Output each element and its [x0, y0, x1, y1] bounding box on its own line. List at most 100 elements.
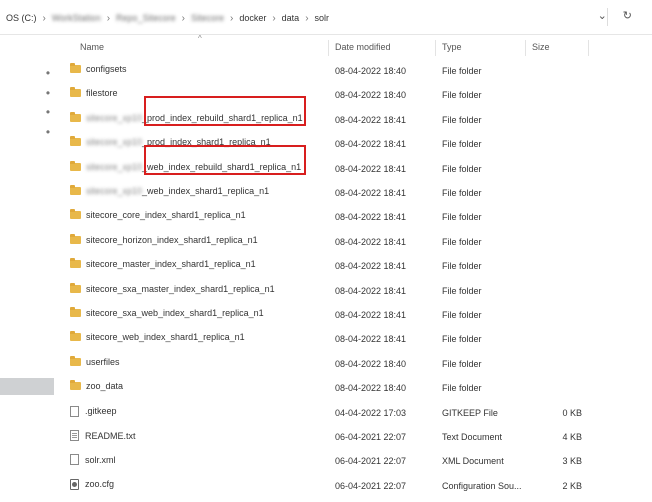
column-type[interactable]: Type: [442, 42, 462, 52]
file-name-cell[interactable]: sitecore_sxa_web_index_shard1_replica_n1: [70, 307, 264, 318]
file-name-cell[interactable]: configsets: [70, 63, 127, 74]
folder-icon: [70, 136, 81, 147]
file-row[interactable]: sitecore_web_index_shard1_replica_n1 08-0…: [70, 328, 652, 352]
type-cell: File folder: [442, 310, 482, 320]
date-modified-cell: 08-04-2022 18:41: [335, 310, 407, 320]
file-name-cell[interactable]: .gitkeep: [70, 405, 117, 417]
date-modified-cell: 04-04-2022 17:03: [335, 407, 407, 418]
breadcrumb-separator-icon: ›: [181, 12, 185, 24]
breadcrumb-item[interactable]: WorkStation: [50, 13, 103, 23]
config-file-icon: [70, 478, 79, 490]
type-cell: File folder: [442, 236, 482, 247]
file-name-cell[interactable]: zoo_data: [70, 380, 124, 392]
date-modified-cell: 08-04-2022 18:41: [335, 212, 407, 223]
date-modified-cell: 08-04-2022 18:41: [335, 188, 407, 198]
type-cell: File folder: [442, 212, 482, 223]
folder-icon: [70, 111, 81, 122]
breadcrumb-item[interactable]: Sitecore: [189, 13, 226, 23]
column-header: ^ Name Date modified Type Size: [70, 34, 652, 58]
file-name-cell[interactable]: sitecore_horizon_index_shard1_replica_n1: [70, 233, 258, 245]
file-row[interactable]: README.txt 06-04-2021 22:07 Text Document 4…: [70, 426, 652, 450]
column-date-modified[interactable]: Date modified: [335, 42, 391, 52]
text-file-icon: [70, 430, 79, 441]
date-modified-cell: 08-04-2022 18:40: [335, 66, 407, 76]
file-row[interactable]: configsets 08-04-2022 18:40 File folder: [70, 60, 652, 84]
file-row[interactable]: zoo.cfg 06-04-2021 22:07 Configuration Sou…: [70, 475, 652, 499]
folder-icon: [70, 63, 81, 73]
breadcrumb-item[interactable]: Repo_Sitecore: [114, 13, 178, 23]
chevron-down-icon[interactable]: ⌄: [598, 9, 607, 22]
column-size[interactable]: Size: [532, 42, 550, 52]
file-name-cell[interactable]: solr.xml: [70, 454, 116, 466]
folder-icon: [70, 258, 81, 269]
file-name: .gitkeep: [85, 406, 117, 417]
file-row[interactable]: sitecore_sxa_master_index_shard1_replica…: [70, 280, 652, 304]
file-name-cell[interactable]: sitecore_xp10 _web_index_shard1_replica_n…: [70, 185, 270, 196]
breadcrumb-item[interactable]: solr: [313, 13, 332, 23]
type-cell: GITKEEP File: [442, 407, 498, 418]
file-name: solr.xml: [85, 454, 116, 465]
file-name-cell[interactable]: sitecore_core_index_shard1_replica_n1: [70, 209, 246, 221]
redacted-name-prefix: sitecore_xp10: [86, 112, 143, 123]
file-name: sitecore_sxa_master_index_shard1_replica…: [86, 283, 275, 294]
nav-pane-selected-item[interactable]: [0, 378, 54, 395]
pin-icon[interactable]: •: [43, 105, 53, 119]
date-modified-cell: 06-04-2021 22:07: [335, 456, 407, 467]
type-cell: File folder: [442, 358, 482, 369]
file-name: README.txt: [85, 430, 136, 441]
pin-icon[interactable]: •: [43, 66, 53, 80]
column-divider: [588, 40, 589, 56]
type-cell: File folder: [442, 66, 482, 76]
type-cell: File folder: [442, 114, 482, 125]
file-name: configsets: [86, 64, 127, 74]
address-bar[interactable]: OS (C:) › WorkStation › Repo_Sitecore › Siteco…: [0, 0, 652, 35]
type-cell: Text Document: [442, 432, 503, 442]
date-modified-cell: 08-04-2022 18:41: [335, 334, 407, 345]
column-divider: [435, 40, 436, 56]
file-name-cell[interactable]: filestore: [70, 87, 118, 98]
file-row[interactable]: sitecore_master_index_shard1_replica_n1 0…: [70, 255, 652, 279]
type-cell: File folder: [442, 261, 482, 272]
highlight-box: [144, 144, 306, 175]
file-name-cell[interactable]: zoo.cfg: [70, 478, 114, 490]
file-name: sitecore_sxa_web_index_shard1_replica_n1: [86, 308, 264, 318]
file-name-cell[interactable]: userfiles: [70, 355, 120, 367]
date-modified-cell: 08-04-2022 18:41: [335, 163, 407, 174]
refresh-icon[interactable]: ↻: [623, 9, 632, 22]
file-row[interactable]: userfiles 08-04-2022 18:40 File folder: [70, 353, 652, 377]
breadcrumb-separator-icon: ›: [106, 12, 111, 24]
file-row[interactable]: sitecore_core_index_shard1_replica_n1 08-…: [70, 206, 652, 230]
column-name[interactable]: Name: [80, 42, 104, 52]
breadcrumb-item[interactable]: docker: [237, 13, 268, 23]
file-row[interactable]: sitecore_xp10 _web_index_shard1_replica_n…: [70, 182, 652, 206]
file-row[interactable]: solr.xml 06-04-2021 22:07 XML Document 3 KB: [70, 450, 652, 474]
xml-file-icon: [70, 454, 79, 466]
date-modified-cell: 08-04-2022 18:41: [335, 261, 407, 272]
date-modified-cell: 08-04-2022 18:40: [335, 358, 407, 369]
file-name: _web_index_shard1_replica_n1: [142, 186, 270, 196]
file-row[interactable]: .gitkeep 04-04-2022 17:03 GITKEEP File 0 KB: [70, 402, 652, 426]
file-row[interactable]: sitecore_horizon_index_shard1_replica_n1…: [70, 231, 652, 255]
breadcrumb-item[interactable]: data: [280, 13, 302, 23]
file-row[interactable]: sitecore_sxa_web_index_shard1_replica_n1…: [70, 304, 652, 328]
file-row[interactable]: zoo_data 08-04-2022 18:40 File folder: [70, 377, 652, 401]
pin-icon[interactable]: •: [43, 86, 53, 100]
type-cell: File folder: [442, 285, 482, 296]
file-name: sitecore_core_index_shard1_replica_n1: [86, 210, 246, 221]
type-cell: File folder: [442, 163, 482, 174]
file-name: userfiles: [86, 356, 120, 367]
folder-icon: [70, 331, 81, 342]
file-name-cell[interactable]: sitecore_web_index_shard1_replica_n1: [70, 331, 245, 342]
breadcrumb-item[interactable]: OS (C:): [4, 13, 39, 23]
file-name-cell[interactable]: README.txt: [70, 430, 136, 441]
breadcrumb-separator-icon: ›: [305, 12, 309, 24]
breadcrumb-separator-icon: ›: [42, 12, 46, 24]
file-name-cell[interactable]: sitecore_sxa_master_index_shard1_replica…: [70, 282, 275, 294]
breadcrumb[interactable]: OS (C:) › WorkStation › Repo_Sitecore › Siteco…: [4, 10, 331, 26]
date-modified-cell: 06-04-2021 22:07: [335, 480, 407, 491]
file-name-cell[interactable]: sitecore_master_index_shard1_replica_n1: [70, 258, 256, 269]
redacted-name-prefix: sitecore_xp10: [86, 137, 143, 148]
folder-icon: [70, 209, 81, 220]
file-name: zoo_data: [86, 381, 124, 392]
pin-icon[interactable]: •: [43, 125, 53, 139]
